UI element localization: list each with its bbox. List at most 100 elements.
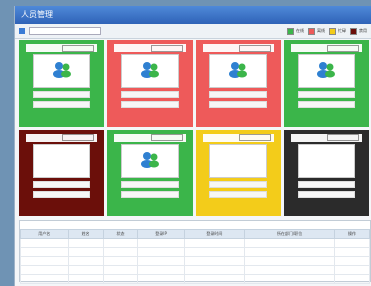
table-header-cell[interactable]: 所在部门/职位	[244, 229, 336, 239]
table-cell	[334, 265, 370, 275]
card-info-line	[209, 91, 267, 98]
card-select[interactable]	[327, 44, 359, 52]
legend-item: 在线	[287, 27, 304, 35]
card-select[interactable]	[327, 134, 359, 141]
table-header-cell[interactable]: 用户名	[20, 229, 69, 239]
card-info-line	[32, 180, 91, 188]
table-cell	[67, 247, 104, 257]
card-header	[26, 133, 98, 142]
table-cell	[20, 238, 69, 248]
table-cell	[20, 256, 69, 266]
table-row[interactable]	[20, 256, 370, 266]
table-cell	[244, 265, 336, 275]
card-select[interactable]	[150, 44, 183, 52]
legend-swatch	[350, 27, 357, 35]
legend-label: 离线	[317, 28, 325, 33]
card-preview	[297, 54, 356, 88]
refresh-icon[interactable]	[19, 28, 25, 34]
card-info-line	[32, 190, 91, 198]
users-icon	[227, 59, 249, 83]
table-row[interactable]	[20, 247, 370, 257]
table-cell	[102, 247, 139, 257]
legend-label: 禁用	[359, 28, 367, 33]
toolbar: 在线 离线 忙碌 禁用	[15, 24, 371, 39]
card-info-line	[209, 190, 267, 198]
table-cell	[334, 256, 370, 266]
table-header-cell[interactable]: 登录时间	[183, 229, 246, 239]
card-header	[290, 44, 362, 52]
users-icon	[51, 59, 73, 83]
table-cell	[183, 256, 246, 266]
legend-swatch	[287, 27, 294, 35]
table-cell	[20, 247, 69, 257]
legend-item: 禁用	[350, 27, 367, 35]
table-row[interactable]	[20, 265, 370, 275]
card-info-line	[297, 91, 356, 98]
user-card[interactable]	[107, 129, 193, 216]
table-cell	[334, 238, 370, 248]
search-input[interactable]	[29, 27, 101, 35]
card-info-line	[121, 180, 179, 188]
card-header	[114, 44, 186, 52]
user-card[interactable]	[19, 129, 105, 216]
user-card[interactable]	[107, 40, 193, 127]
user-card[interactable]	[283, 129, 369, 216]
card-info-line	[297, 190, 356, 198]
table-cell	[137, 256, 185, 266]
legend-item: 离线	[308, 27, 325, 35]
legend-swatch	[329, 27, 336, 35]
table-cell	[67, 256, 104, 266]
table-header-cell[interactable]: 状态	[102, 229, 139, 239]
card-header	[26, 44, 98, 52]
card-info-line	[209, 180, 267, 188]
legend-item: 忙碌	[329, 27, 346, 35]
card-select[interactable]	[150, 134, 183, 141]
user-card[interactable]	[283, 40, 369, 127]
table-cell	[244, 247, 336, 257]
card-info-line	[209, 101, 267, 108]
card-preview	[297, 143, 356, 178]
table-cell	[67, 238, 104, 248]
table-cell	[183, 274, 246, 284]
card-info-line	[297, 180, 356, 188]
card-select[interactable]	[62, 44, 95, 52]
table-cell	[244, 256, 336, 266]
user-card[interactable]	[195, 129, 281, 216]
card-preview	[209, 54, 267, 88]
table-cell	[334, 247, 370, 257]
card-select[interactable]	[238, 44, 271, 52]
table-header-cell[interactable]: 操作	[334, 229, 370, 239]
table-cell	[102, 238, 139, 248]
card-header	[202, 133, 274, 142]
table-cell	[137, 265, 185, 275]
table-cell	[67, 265, 104, 275]
table-header-cell[interactable]: 姓名	[67, 229, 104, 239]
table-cell	[334, 274, 370, 284]
table-cell	[102, 265, 139, 275]
window-title: 人员管理	[15, 6, 371, 24]
users-icon	[139, 59, 161, 83]
card-header	[114, 133, 186, 142]
user-card-grid	[19, 40, 369, 216]
table-header-cell[interactable]: 登录IP	[137, 229, 185, 239]
table-row[interactable]	[20, 238, 370, 248]
card-select[interactable]	[238, 134, 271, 141]
card-info-line	[297, 101, 356, 108]
card-preview	[209, 143, 267, 178]
users-icon	[139, 149, 161, 173]
legend-label: 忙碌	[338, 28, 346, 33]
card-preview	[121, 143, 179, 178]
table-toolbar	[20, 221, 370, 229]
card-preview	[32, 143, 91, 178]
user-card[interactable]	[195, 40, 281, 127]
user-card[interactable]	[19, 40, 105, 127]
app-window: 人员管理 在线 离线 忙碌 禁用 用户名 姓名 状态 登录IP 登录时间 所在部门/职位 操作	[14, 6, 371, 286]
table-row[interactable]	[20, 274, 370, 284]
card-select[interactable]	[62, 134, 95, 141]
legend-label: 在线	[296, 28, 304, 33]
table-cell	[137, 274, 185, 284]
legend-swatch	[308, 27, 315, 35]
user-table: 用户名 姓名 状态 登录IP 登录时间 所在部门/职位 操作	[20, 229, 370, 284]
card-info-line	[32, 91, 91, 98]
table-cell	[137, 238, 185, 248]
